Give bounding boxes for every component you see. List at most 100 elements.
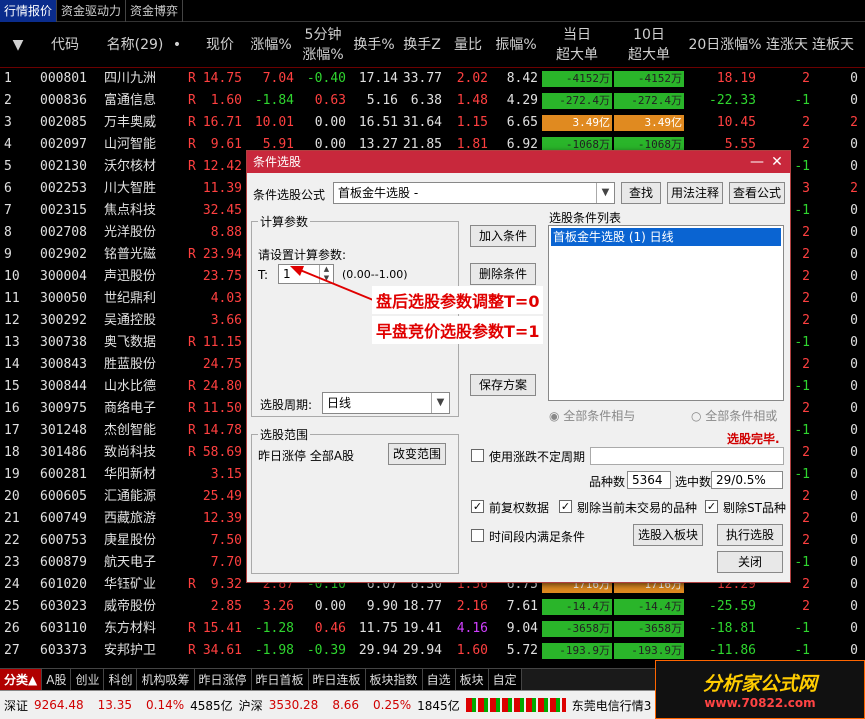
cell-idx: 17: [4, 423, 20, 438]
delete-condition-button[interactable]: 删除条件: [470, 263, 536, 285]
col-price[interactable]: 现价: [195, 22, 245, 68]
time-cond-checkbox[interactable]: [471, 529, 484, 542]
use-period-checkbox[interactable]: [471, 449, 484, 462]
add-condition-button[interactable]: 加入条件: [470, 225, 536, 247]
bottom-tab-0[interactable]: 分类▲: [0, 669, 43, 691]
col-code[interactable]: 代码: [40, 22, 90, 68]
col-limit-days[interactable]: 连板天: [812, 22, 865, 68]
col-turnover[interactable]: 换手%: [349, 22, 399, 68]
to-block-button[interactable]: 选股入板块: [633, 524, 703, 546]
cell-up: 2: [802, 115, 810, 130]
cell-name: 万丰奥威: [104, 115, 157, 130]
save-plan-button[interactable]: 保存方案: [470, 374, 536, 396]
bottom-tab-7[interactable]: 昨日连板: [308, 669, 366, 691]
bottom-tab-11[interactable]: 自定: [488, 669, 522, 691]
cell-c20: -25.59: [709, 599, 756, 614]
table-row[interactable]: 26 603110 东方材料 R 15.41 -1.28 0.46 11.75 19.41 4.1…: [0, 618, 865, 640]
cell-price: 14.78: [202, 423, 242, 438]
cell-tz: 31.64: [402, 115, 442, 130]
cell-name: 庚星股份: [104, 533, 157, 548]
bottom-tab-1[interactable]: A股: [42, 669, 72, 691]
cell-lim: 0: [850, 555, 858, 570]
usage-button[interactable]: 用法注释: [667, 182, 723, 204]
opt-or-radio[interactable]: ○ 全部条件相或: [691, 407, 777, 424]
col-big-order[interactable]: 当日 超大单: [541, 22, 613, 68]
bottom-tab-8[interactable]: 板块指数: [365, 669, 423, 691]
cell-idx: 5: [4, 159, 12, 174]
condition-list[interactable]: 首板金牛选股 (1) 日线: [548, 225, 784, 401]
cell-code: 603110: [40, 621, 87, 636]
col-up-days[interactable]: 连涨天: [762, 22, 812, 68]
chevron-down-icon[interactable]: ▼: [596, 183, 614, 203]
col-amplitude[interactable]: 振幅%: [491, 22, 541, 68]
cell-price: 23.94: [202, 247, 242, 262]
logo-line2: www.70822.com: [704, 696, 816, 710]
cell-vr: 2.16: [456, 599, 488, 614]
spinner-icon[interactable]: ▲ ▼: [319, 265, 333, 283]
cell-s5: -0.39: [306, 643, 346, 658]
cell-idx: 21: [4, 511, 20, 526]
col-turnover-z[interactable]: 换手Z: [399, 22, 445, 68]
col-chg20[interactable]: 20日涨幅%: [685, 22, 765, 68]
exclude-st-checkbox[interactable]: ✓: [705, 500, 718, 513]
cell-code: 300050: [40, 291, 87, 306]
bottom-tab-9[interactable]: 自选: [422, 669, 456, 691]
cell-code: 002253: [40, 181, 87, 196]
cell-idx: 7: [4, 203, 12, 218]
tab-quotes[interactable]: 行情报价: [0, 0, 58, 22]
col-vol-ratio[interactable]: 量比: [445, 22, 491, 68]
period-value: 日线: [327, 396, 352, 410]
cell-lim: 0: [850, 137, 858, 152]
bottom-tab-3[interactable]: 科创: [104, 669, 138, 691]
table-row[interactable]: 25 603023 威帝股份 2.85 3.26 0.00 9.90 18.77 2.16 7.6…: [0, 596, 865, 618]
cell-name: 威帝股份: [104, 599, 157, 614]
cell-c20: -18.81: [709, 621, 756, 636]
cell-lim: 0: [850, 599, 858, 614]
execute-button[interactable]: 执行选股: [717, 524, 783, 546]
view-formula-button[interactable]: 查看公式: [729, 182, 785, 204]
formula-select[interactable]: 首板金牛选股 - ▼: [333, 182, 615, 204]
table-row[interactable]: 27 603373 安邦护卫 R 34.61 -1.98 -0.39 29.94 29.94 1.…: [0, 640, 865, 662]
cell-amp: 5.72: [506, 643, 538, 658]
cell-big10: -193.9万: [614, 643, 684, 659]
exclude-halt-checkbox[interactable]: ✓: [559, 500, 572, 513]
adj-checkbox[interactable]: ✓: [471, 500, 484, 513]
table-row[interactable]: 1 000801 四川九洲 R 14.75 7.04 -0.40 17.14 33.77 2.02…: [0, 68, 865, 90]
cell-amp: 4.29: [506, 93, 538, 108]
period-select[interactable]: 日线 ▼: [322, 392, 450, 414]
sort-menu-icon[interactable]: ▼: [4, 22, 32, 68]
find-button[interactable]: 查找: [621, 182, 661, 204]
cell-idx: 18: [4, 445, 20, 460]
cell-code: 300738: [40, 335, 87, 350]
opt-and-radio[interactable]: ◉ 全部条件相与: [549, 407, 635, 424]
col-speed5[interactable]: 5分钟 涨幅%: [297, 22, 349, 68]
table-row[interactable]: 3 002085 万丰奥威 R 16.71 10.01 0.00 16.51 31.64 1.15…: [0, 112, 865, 134]
cell-name: 声迅股份: [104, 269, 157, 284]
tab-fund-driver[interactable]: 资金驱动力: [57, 0, 127, 22]
bottom-tab-6[interactable]: 昨日首板: [251, 669, 309, 691]
cell-idx: 19: [4, 467, 20, 482]
cell-up: -1: [794, 621, 810, 636]
cell-code: 002097: [40, 137, 87, 152]
col-name[interactable]: 名称(29): [100, 22, 170, 68]
cell-big: -14.4万: [542, 599, 612, 615]
bottom-tab-4[interactable]: 机构吸筹: [137, 669, 195, 691]
bottom-tab-5[interactable]: 昨日涨停: [194, 669, 252, 691]
cell-price: 7.70: [210, 555, 242, 570]
close-button[interactable]: 关闭: [717, 551, 783, 573]
param-t-input[interactable]: 1 ▲ ▼: [278, 264, 334, 284]
bottom-tab-10[interactable]: 板块: [455, 669, 489, 691]
table-row[interactable]: 2 000836 富通信息 R 1.60 -1.84 0.63 5.16 6.38 1.48 4.2…: [0, 90, 865, 112]
condition-list-item[interactable]: 首板金牛选股 (1) 日线: [551, 228, 781, 246]
watermark-logo: 分析家公式网 www.70822.com: [655, 660, 865, 719]
period-chevron-down-icon[interactable]: ▼: [431, 393, 449, 413]
close-icon[interactable]: ✕: [768, 151, 786, 173]
change-range-button[interactable]: 改变范围: [388, 443, 446, 465]
bottom-tab-2[interactable]: 创业: [71, 669, 105, 691]
cell-lim: 0: [850, 467, 858, 482]
tab-fund-game[interactable]: 资金博弈: [126, 0, 184, 22]
col-big10-order[interactable]: 10日 超大单: [613, 22, 685, 68]
minimize-icon[interactable]: —: [748, 151, 766, 173]
cell-idx: 22: [4, 533, 20, 548]
col-change-pct[interactable]: 涨幅%: [245, 22, 297, 68]
